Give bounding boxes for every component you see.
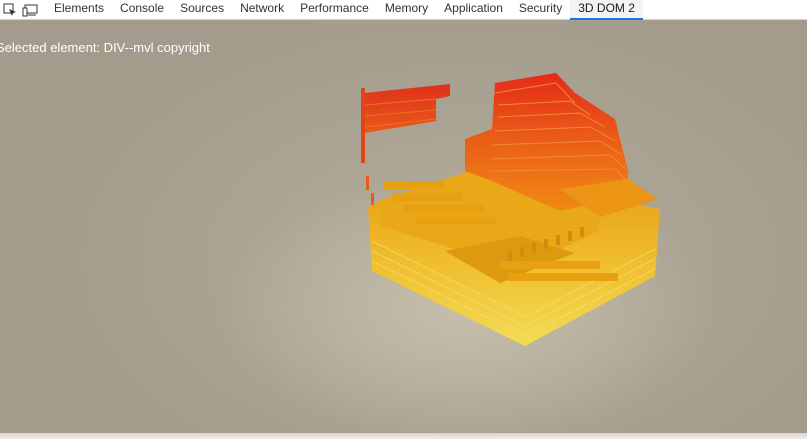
inspect-element-icon[interactable] <box>0 0 20 20</box>
tab-3d-dom[interactable]: 3D DOM 2 <box>570 0 643 20</box>
panel-tabs: Elements Console Sources Network Perform… <box>46 0 643 20</box>
tab-memory[interactable]: Memory <box>377 0 436 20</box>
tab-application[interactable]: Application <box>436 0 511 20</box>
bottom-border <box>0 433 807 439</box>
left-posts <box>366 176 374 205</box>
tab-sources[interactable]: Sources <box>172 0 232 20</box>
devtools-toolbar: Elements Console Sources Network Perform… <box>0 0 807 20</box>
tab-network[interactable]: Network <box>232 0 292 20</box>
device-toolbar-icon[interactable] <box>20 0 40 20</box>
tab-console[interactable]: Console <box>112 0 172 20</box>
dom-3d-model[interactable] <box>0 21 807 439</box>
tab-security[interactable]: Security <box>511 0 570 20</box>
flag-pole <box>361 88 365 163</box>
tab-performance[interactable]: Performance <box>292 0 377 20</box>
tab-elements[interactable]: Elements <box>46 0 112 20</box>
